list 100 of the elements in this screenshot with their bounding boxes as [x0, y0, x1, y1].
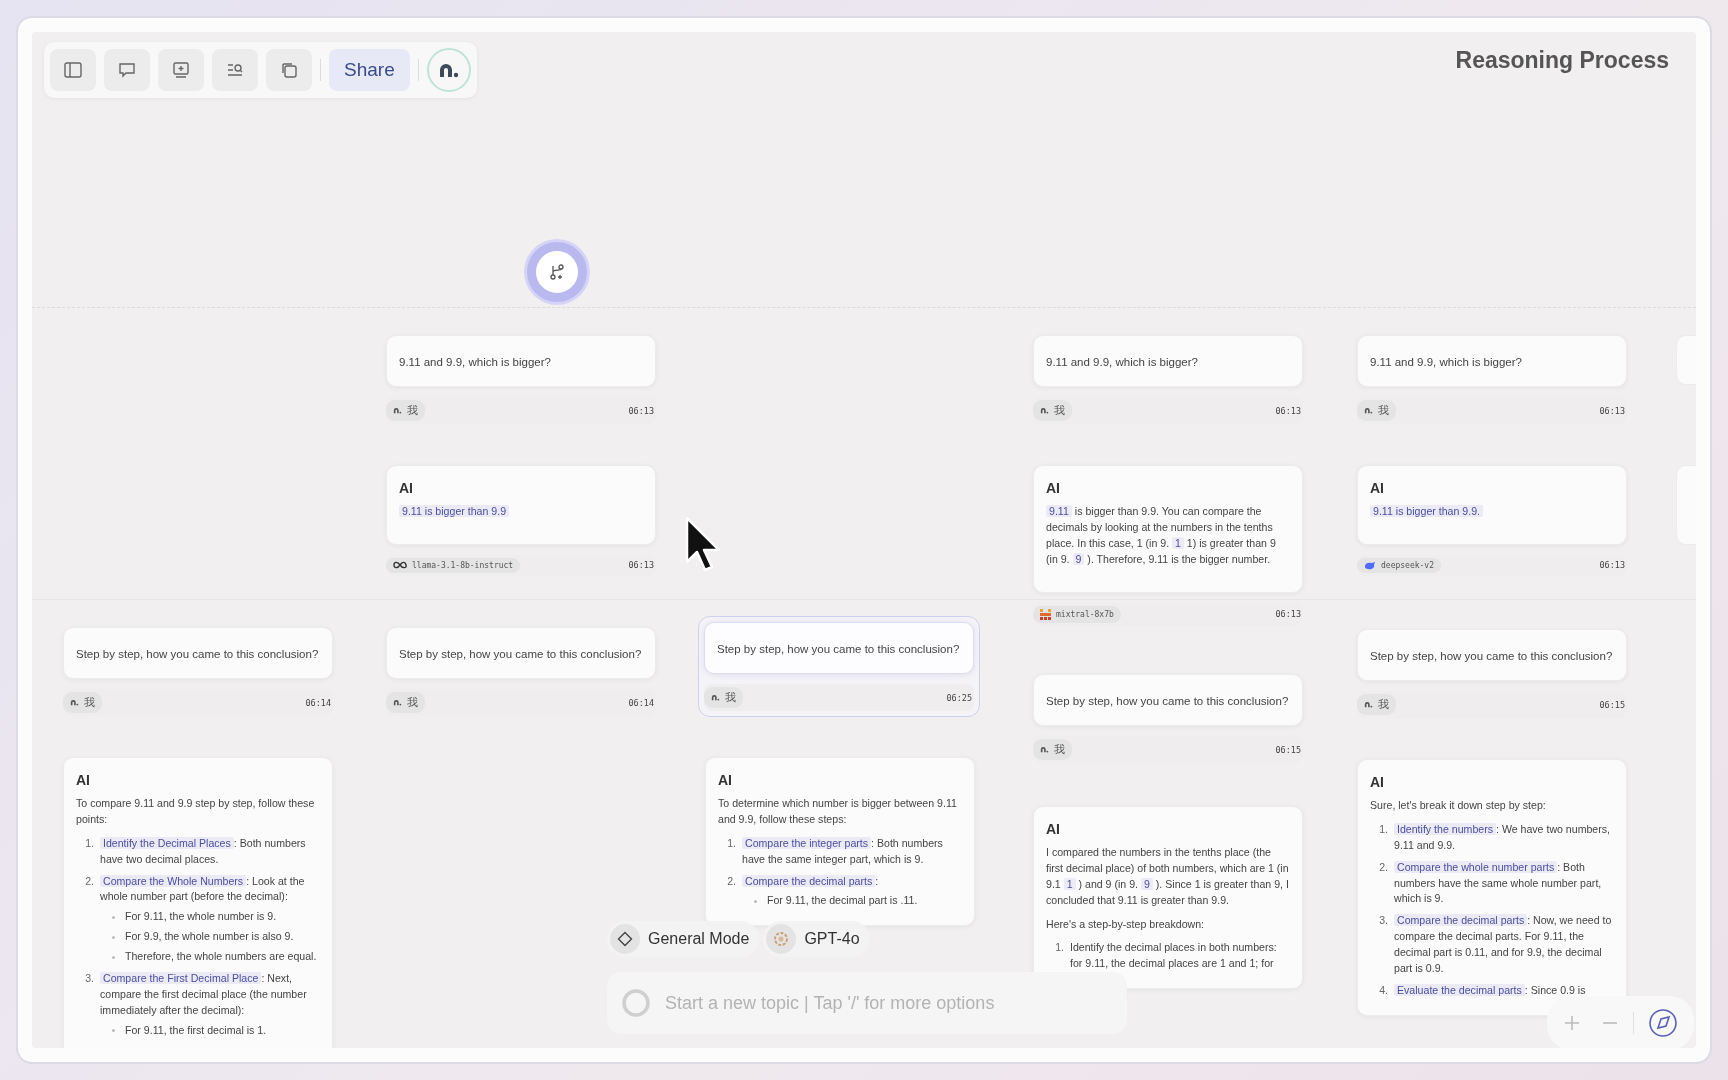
question-text: 9.11 and 9.9, which is bigger?: [1370, 356, 1522, 368]
question-text: 9.11 and 9.9, which is bigger?: [399, 356, 551, 368]
message-time: 06:13: [1599, 560, 1626, 571]
list-number: 3.: [1378, 913, 1388, 929]
answer-text: I compared the numbers in the tenths place (the first decimal place) of both numbers, which are 1 (in 9.1 1 ) and 9 (in 9. 9 ). Since 1 is greater than 9, I concluded that 9.11 is greater than 9.9.: [1046, 845, 1290, 908]
question-card[interactable]: Step by step, how you came to this conclusion?: [704, 622, 974, 674]
mode-chip[interactable]: General Mode: [607, 921, 760, 957]
question-card[interactable]: 9.11 and 9.9, which is bigger?: [1033, 335, 1303, 387]
answer-heading: AI: [399, 480, 414, 496]
answer-heading: AI: [1046, 480, 1061, 496]
logo-icon: [711, 694, 720, 701]
author-tag[interactable]: 我: [1357, 400, 1396, 421]
bullet-icon: [112, 915, 115, 919]
list-number: 1.: [84, 835, 94, 851]
author-tag[interactable]: 我: [704, 687, 743, 708]
answer-heading: AI: [1370, 480, 1385, 496]
answer-text: To compare 9.11 and 9.9 step by step, follow these points:: [76, 796, 316, 827]
search-list-icon[interactable]: [212, 49, 258, 91]
copy-icon[interactable]: [266, 49, 312, 91]
message-time: 06:14: [628, 697, 655, 708]
bullet-text: For 9.9, the whole number is also 9.: [125, 929, 294, 945]
message-time: 06:13: [628, 405, 655, 416]
chat-icon[interactable]: [104, 49, 150, 91]
author-tag[interactable]: 我: [386, 400, 425, 421]
branch-node-icon[interactable]: [527, 242, 587, 302]
answer-heading: AI: [718, 772, 733, 788]
logo-icon: [1364, 701, 1373, 708]
new-topic-field[interactable]: Start a new topic | Tap '/' for more options: [663, 991, 1113, 1015]
author-tag[interactable]: 我: [386, 692, 425, 713]
message-time: 06:13: [1275, 405, 1302, 416]
list-item-text: Compare the decimal parts : Now, we need to compare the decimal parts. For 9.11, the decimal part is 0.11, and for 9.9, the decimal part is 0.9.: [1394, 913, 1613, 976]
question-card[interactable]: Step by step, how you came to this conclusion?: [63, 627, 333, 679]
question-card[interactable]: 9.11 and 9.9, which is bigger?: [1357, 335, 1627, 387]
list-number: 1.: [1054, 940, 1064, 956]
share-button[interactable]: Share: [329, 49, 410, 91]
list-item-text: Compare the Whole Numbers : Look at the whole number part (before the decimal):: [100, 873, 306, 905]
list-number: 1.: [726, 835, 736, 851]
logo-icon: [393, 407, 402, 414]
add-screen-icon[interactable]: [158, 49, 204, 91]
question-card[interactable]: Step by step, how you came to this conclusion?: [386, 627, 656, 679]
list-item-text: Identify the numbers : We have two numbers, 9.11 and 9.9.: [1394, 821, 1612, 853]
answer-card[interactable]: AI 9.11 is bigger than 9.9: [386, 465, 656, 545]
sidebar-icon[interactable]: [50, 49, 96, 91]
pixel-grid-icon: [1040, 608, 1051, 620]
message-time: 06:14: [305, 697, 332, 708]
bullet-text: For 9.11, the whole number is 9.: [125, 909, 277, 925]
author-tag[interactable]: 我: [1357, 694, 1396, 715]
answer-text: Here's a step-by-step breakdown:: [1046, 916, 1206, 932]
list-item-text: Compare the decimal parts :: [742, 873, 962, 890]
list-item-text: Identify the decimal places in both numbers: for 9.11, the decimal places are 1 and 1; for: [1070, 940, 1278, 972]
question-text: Step by step, how you came to this conclusion?: [717, 643, 960, 655]
answer-card[interactable]: [1357, 759, 1627, 1016]
question-card[interactable]: Step by step, how you came to this conclusion?: [1357, 629, 1627, 681]
author-tag[interactable]: 我: [63, 692, 102, 713]
author-tag[interactable]: 我: [1033, 739, 1072, 760]
list-number: 4.: [1378, 982, 1388, 998]
list-number: 2.: [726, 873, 736, 889]
message-time: 06:13: [1275, 609, 1302, 620]
question-text: Step by step, how you came to this conclusion?: [76, 648, 319, 660]
message-time: 06:15: [1599, 699, 1626, 710]
circle-icon: [621, 988, 651, 1018]
logo-icon: [393, 699, 402, 706]
question-text: Step by step, how you came to this conclusion?: [1370, 650, 1613, 662]
composer-field[interactable]: Start a new topic | Tap '/' for more options: [607, 972, 1127, 1034]
list-item-text: Compare the First Decimal Place : Next, compare the first decimal place (the number immediately after the decimal):: [100, 971, 308, 1018]
question-card[interactable]: Step by step, how you came to this conclusion?: [1033, 674, 1303, 726]
whale-icon: [1364, 560, 1376, 570]
answer-heading: AI: [76, 772, 91, 788]
list-item-text: Identify the Decimal Places : Both numbers have two decimal places.: [100, 835, 307, 867]
message-time: 06:25: [946, 692, 973, 703]
answer-heading: AI: [1046, 821, 1061, 837]
answer-card[interactable]: AI 9.11 is bigger than 9.9. You can compare the decimals by looking at the numbers in the tenths place. In this case, 1 (in 9. 1 1) is greater than 9 (in 9. 9 ). Therefore, 9.11 is the bigger number.: [1033, 465, 1303, 593]
answer-card[interactable]: [63, 757, 333, 1048]
author-tag[interactable]: mixtral-8x7b: [1033, 605, 1121, 623]
bullet-text: For 9.11, the decimal part is .11.: [767, 893, 918, 909]
list-number: 2.: [1378, 859, 1388, 875]
answer-text: To determine which number is bigger between 9.11 and 9.9, follow these steps:: [718, 796, 958, 827]
bullet-icon: [112, 935, 115, 939]
author-tag[interactable]: llama-3.1-8b-instruct: [386, 557, 521, 573]
message-time: 06:15: [1275, 744, 1302, 755]
logo-icon[interactable]: [426, 48, 471, 92]
message-time: 06:13: [1599, 405, 1626, 416]
answer-text: 9.11 is bigger than 9.9.: [1370, 504, 1614, 520]
list-item-text: Compare the integer parts : Both numbers have the same integer part, which is 9.: [742, 835, 944, 867]
list-number: 3.: [84, 971, 94, 986]
author-tag[interactable]: 我: [1033, 400, 1072, 421]
logo-icon: [1040, 407, 1049, 414]
author-tag[interactable]: deepseek-v2: [1357, 557, 1441, 573]
answer-text: Sure, let's break it down step by step:: [1370, 798, 1547, 813]
bullet-icon: [112, 1029, 115, 1033]
model-icon: [766, 924, 797, 954]
answer-card[interactable]: AI 9.11 is bigger than 9.9.: [1357, 465, 1627, 545]
question-text: 9.11 and 9.9, which is bigger?: [1046, 356, 1198, 368]
bullet-icon: [754, 899, 757, 903]
answer-card[interactable]: [705, 757, 975, 927]
question-card[interactable]: 9.11 and 9.9, which is bigger?: [386, 335, 656, 387]
model-chip[interactable]: GPT-4o: [763, 921, 870, 957]
answer-heading: AI: [1370, 774, 1385, 790]
list-number: 2.: [84, 873, 94, 889]
bullet-text: Therefore, the whole numbers are equal.: [125, 949, 317, 965]
